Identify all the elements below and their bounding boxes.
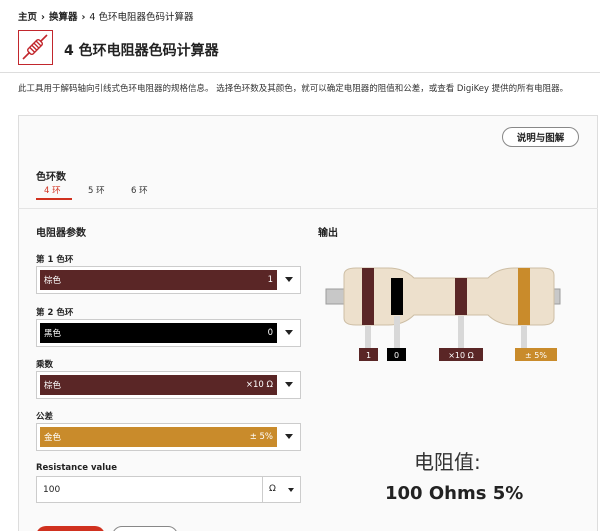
- tolerance-value: ± 5%: [249, 432, 273, 442]
- resistor-icon: [18, 30, 53, 65]
- tag-3: ×10 Ω: [448, 351, 474, 360]
- unit-select[interactable]: Ω: [262, 476, 301, 503]
- band-count-label: 色环数: [36, 172, 66, 183]
- tolerance-stripe: [518, 268, 530, 325]
- caret-down-icon: [288, 488, 294, 492]
- active-tab-indicator: [36, 198, 72, 200]
- band-2-stripe: [391, 278, 403, 315]
- multiplier-label: 乘数: [36, 360, 54, 370]
- caret-down-icon: [285, 382, 293, 387]
- page-title: 4 色环电阻器色码计算器: [64, 43, 219, 59]
- band-2-value: 0: [267, 328, 273, 338]
- multiplier-guide: [458, 316, 464, 348]
- help-button[interactable]: 说明与图解: [502, 127, 579, 147]
- unit-value: Ω: [269, 484, 276, 494]
- multiplier-select[interactable]: 棕色 ×10 Ω: [36, 371, 301, 399]
- tab-5-band[interactable]: 5 环: [88, 184, 105, 196]
- tag-2: 0: [394, 351, 399, 360]
- band-2-color-name: 黑色: [44, 329, 62, 339]
- output-title: 输出: [318, 228, 338, 239]
- breadcrumb-home[interactable]: 主页: [18, 12, 37, 23]
- caret-down-icon: [285, 434, 293, 439]
- chevron-right-icon: ›: [81, 12, 86, 23]
- result-value: 100 Ohms 5%: [385, 483, 524, 504]
- caret-down-icon: [285, 330, 293, 335]
- chevron-right-icon: ›: [41, 12, 45, 23]
- tab-4-band[interactable]: 4 环: [44, 184, 61, 196]
- band-2-guide: [394, 316, 400, 348]
- tolerance-select[interactable]: 金色 ± 5%: [36, 423, 301, 451]
- resistance-label: Resistance value: [36, 463, 117, 473]
- multiplier-color-name: 棕色: [44, 381, 62, 391]
- header-divider: [0, 72, 600, 73]
- tag-1: 1: [366, 351, 371, 360]
- tolerance-guide: [521, 326, 527, 348]
- band-1-value: 1: [267, 275, 273, 285]
- band-1-fill: 棕色 1: [40, 270, 277, 290]
- resistance-input[interactable]: 100: [36, 476, 263, 503]
- multiplier-value: ×10 Ω: [245, 380, 273, 390]
- band-1-stripe: [362, 268, 374, 325]
- band-1-color-name: 棕色: [44, 276, 62, 286]
- caret-down-icon: [285, 277, 293, 282]
- band-2-fill: 黑色 0: [40, 323, 277, 343]
- band-1-select[interactable]: 棕色 1: [36, 266, 301, 294]
- resistor-diagram: 1 0 ×10 Ω ± 5%: [325, 267, 561, 361]
- secondary-button[interactable]: [112, 526, 178, 531]
- multiplier-stripe: [455, 278, 467, 315]
- band-1-label: 第 1 色环: [36, 255, 74, 265]
- primary-button[interactable]: [36, 526, 105, 531]
- tolerance-fill: 金色 ± 5%: [40, 427, 277, 447]
- breadcrumb: 主页 › 换算器 › 4 色环电阻器色码计算器: [18, 9, 193, 23]
- tab-6-band[interactable]: 6 环: [131, 184, 148, 196]
- tolerance-color-name: 金色: [44, 433, 62, 443]
- band-1-guide: [365, 326, 371, 348]
- multiplier-fill: 棕色 ×10 Ω: [40, 375, 277, 395]
- breadcrumb-converters[interactable]: 换算器: [49, 12, 78, 23]
- params-title: 电阻器参数: [36, 228, 86, 239]
- tab-divider: [18, 208, 598, 209]
- tolerance-label: 公差: [36, 412, 54, 422]
- intro-text: 此工具用于解码轴向引线式色环电阻器的规格信息。 选择色环数及其颜色，就可以确定电…: [18, 84, 569, 94]
- result-label: 电阻值:: [414, 450, 481, 474]
- left-lead: [325, 288, 347, 305]
- band-2-label: 第 2 色环: [36, 308, 74, 318]
- breadcrumb-current: 4 色环电阻器色码计算器: [89, 12, 194, 23]
- band-2-select[interactable]: 黑色 0: [36, 319, 301, 347]
- tag-4: ± 5%: [525, 351, 547, 360]
